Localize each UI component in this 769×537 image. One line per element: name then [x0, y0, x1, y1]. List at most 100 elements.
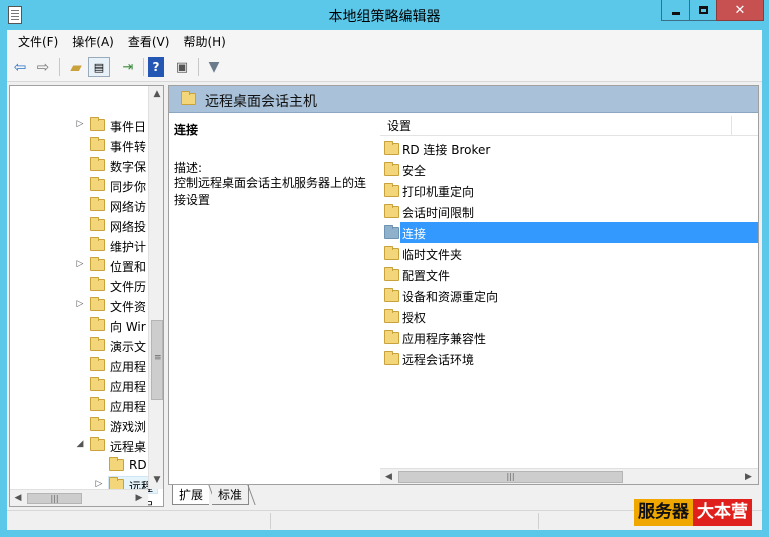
expand-arrow-icon[interactable]: ◢: [76, 439, 84, 449]
list-header: 设置: [380, 116, 758, 136]
tree-item[interactable]: 文件历: [10, 275, 150, 295]
list-item[interactable]: 安全: [380, 159, 758, 180]
expand-arrow-icon[interactable]: ▷: [95, 479, 103, 489]
tree-item-label: 同步你: [110, 180, 147, 194]
tree-item-label: 事件日: [110, 120, 147, 134]
list-item[interactable]: 配置文件: [380, 264, 758, 285]
tree-item[interactable]: 维护计: [10, 235, 150, 255]
show-hide-tree-icon[interactable]: ▤: [88, 57, 110, 77]
toolbar: ⇦ ⇨ ▰ ▤ ⇥ ? ▣ ▼: [7, 52, 762, 82]
menu-view[interactable]: 查看(V): [121, 33, 177, 50]
tree-item[interactable]: 网络投: [10, 215, 150, 235]
scroll-up-icon[interactable]: ▲: [149, 86, 163, 102]
tree-item[interactable]: 应用程: [10, 395, 150, 415]
folder-icon: [109, 457, 124, 471]
scroll-down-icon[interactable]: ▼: [149, 472, 163, 488]
list-item[interactable]: 临时文件夹: [380, 243, 758, 264]
folder-icon: [90, 297, 105, 311]
tree-horizontal-scrollbar[interactable]: ◀ ||| ▶: [10, 489, 148, 506]
folder-icon: [384, 288, 399, 302]
close-button[interactable]: ✕: [716, 0, 764, 21]
menu-help[interactable]: 帮助(H): [176, 33, 232, 50]
folder-icon: [90, 397, 105, 411]
scroll-right-icon[interactable]: ▶: [740, 469, 757, 484]
expand-arrow-icon[interactable]: ▷: [76, 299, 84, 309]
list-item[interactable]: 会话时间限制: [380, 201, 758, 222]
folder-icon: [90, 157, 105, 171]
list-item-label: 应用程序兼容性: [402, 332, 487, 346]
expand-arrow-icon[interactable]: ▷: [76, 259, 84, 269]
tree-item-label: 数字保: [110, 160, 147, 174]
details-pane: 远程桌面会话主机 连接 描述: 控制远程桌面会话主机服务器上的连接设置 设置 R…: [168, 85, 759, 485]
list-item-label: 会话时间限制: [402, 206, 475, 220]
menu-file[interactable]: 文件(F): [11, 33, 65, 50]
filter-icon[interactable]: ▼: [203, 57, 225, 77]
tree-item[interactable]: 游戏浏: [10, 415, 150, 435]
folder-icon: [90, 337, 105, 351]
tree-item-label: 网络访: [110, 200, 147, 214]
folder-icon: [384, 309, 399, 323]
list-item[interactable]: 打印机重定向: [380, 180, 758, 201]
folder-icon: [90, 237, 105, 251]
folder-icon: [384, 267, 399, 281]
column-header-setting[interactable]: 设置: [380, 116, 732, 136]
tree-item-label: 位置和: [110, 260, 147, 274]
tree-pane[interactable]: ▷ 事件日 事件转数字保同步你网络访 网络投 维护计 ▷ 位置和 文件历 ▷ 文件资向 Wir 演示…: [9, 85, 164, 507]
forward-icon[interactable]: ⇨: [32, 57, 54, 77]
tree-item[interactable]: RD: [10, 455, 150, 475]
list-item[interactable]: 授权: [380, 306, 758, 327]
tree-item[interactable]: 同步你: [10, 175, 150, 195]
details-header-title: 远程桌面会话主机: [205, 94, 317, 110]
scroll-left-icon[interactable]: ◀: [10, 490, 26, 506]
title-bar: 本地组策略编辑器 ✕: [0, 0, 769, 30]
tree-item[interactable]: 演示文: [10, 335, 150, 355]
back-icon[interactable]: ⇦: [9, 57, 31, 77]
tree-item-label: 演示文: [110, 340, 147, 354]
folder-icon: [90, 217, 105, 231]
details-header: 远程桌面会话主机: [169, 86, 758, 113]
list-item-label: 安全: [402, 164, 427, 178]
tree-item[interactable]: ◢ 远程桌: [10, 435, 150, 455]
folder-icon: [90, 417, 105, 431]
selection-highlight: [400, 222, 758, 243]
tree-item[interactable]: 向 Wir: [10, 315, 150, 335]
tree-item[interactable]: 应用程: [10, 375, 150, 395]
help-icon[interactable]: ?: [148, 57, 164, 77]
tree-item[interactable]: ▷ 位置和: [10, 255, 150, 275]
scroll-thumb[interactable]: |||: [27, 493, 82, 504]
properties-icon[interactable]: ▣: [171, 57, 193, 77]
list-horizontal-scrollbar[interactable]: ◀ ||| ▶: [380, 468, 758, 484]
tree-item[interactable]: ▷ 事件日: [10, 115, 150, 135]
list-item[interactable]: 应用程序兼容性: [380, 327, 758, 348]
list-item-label: 远程会话环境: [402, 353, 475, 367]
scroll-thumb[interactable]: ≡: [151, 320, 163, 400]
list-item[interactable]: 设备和资源重定向: [380, 285, 758, 306]
tree-item[interactable]: 网络访: [10, 195, 150, 215]
description-title: 连接: [174, 123, 199, 137]
tree-item[interactable]: 数字保: [10, 155, 150, 175]
list-item-label: 临时文件夹: [402, 248, 463, 262]
expand-arrow-icon[interactable]: ▷: [76, 119, 84, 129]
scroll-left-icon[interactable]: ◀: [380, 469, 397, 484]
tree-vertical-scrollbar[interactable]: ▲ ≡ ▼: [148, 86, 163, 489]
tree-item-label: 向 Wir: [110, 320, 146, 334]
scroll-right-icon[interactable]: ▶: [131, 490, 147, 506]
folder-icon: [384, 183, 399, 197]
folder-icon: [384, 141, 399, 155]
tree-item[interactable]: 事件转: [10, 135, 150, 155]
folder-icon: [90, 177, 105, 191]
maximize-button[interactable]: [689, 0, 717, 21]
list-item-label: RD 连接 Broker: [402, 143, 491, 157]
minimize-button[interactable]: [661, 0, 690, 21]
folder-icon: [90, 377, 105, 391]
tree-item[interactable]: ▷ 文件资: [10, 295, 150, 315]
menu-action[interactable]: 操作(A): [65, 33, 121, 50]
list-item[interactable]: 远程会话环境: [380, 348, 758, 369]
export-list-icon[interactable]: ⇥: [117, 57, 139, 77]
list-item[interactable]: 连接: [380, 222, 758, 243]
up-folder-icon[interactable]: ▰: [65, 57, 87, 77]
list-item[interactable]: RD 连接 Broker: [380, 138, 758, 159]
scroll-thumb[interactable]: |||: [398, 471, 623, 483]
tree-item[interactable]: 应用程: [10, 355, 150, 375]
folder-icon: [90, 317, 105, 331]
